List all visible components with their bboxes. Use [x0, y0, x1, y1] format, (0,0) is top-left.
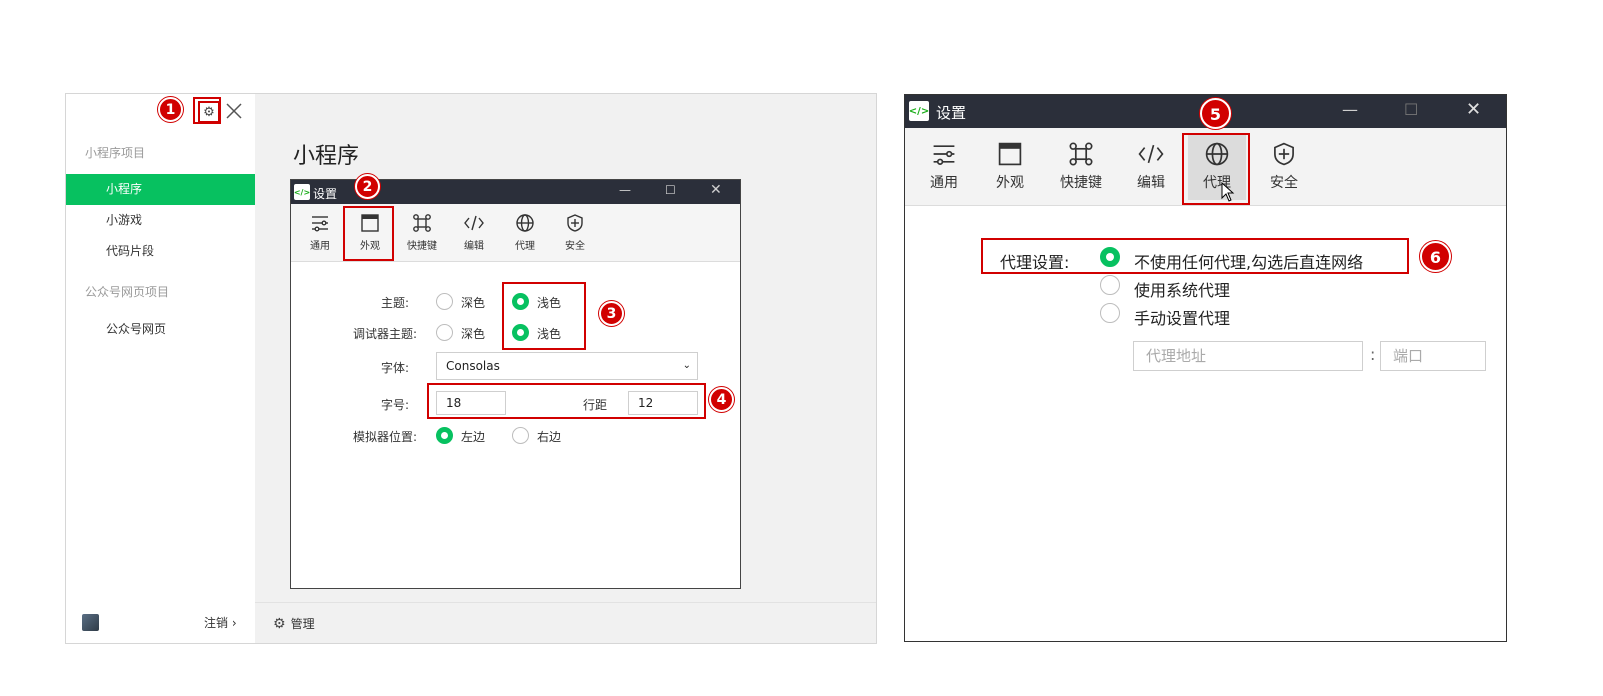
tab-shortcuts[interactable]: 快捷键: [1052, 137, 1110, 192]
tab-proxy[interactable]: 代理: [503, 210, 547, 252]
command-icon: [1069, 142, 1093, 166]
manage-label: 管理: [290, 617, 315, 631]
app-logo-icon: </>: [909, 101, 929, 121]
avatar[interactable]: [82, 614, 99, 631]
step-badge-2: 2: [355, 174, 380, 199]
simulator-left-radio[interactable]: [436, 427, 453, 444]
window-icon: [998, 142, 1022, 166]
tab-shortcuts[interactable]: 快捷键: [400, 210, 444, 252]
chevron-down-icon: ⌄: [682, 360, 691, 371]
step-badge-1: 1: [158, 97, 183, 122]
sidebar-item-minigame[interactable]: 小游戏: [66, 205, 255, 236]
simulator-position-label: 模拟器位置:: [352, 430, 417, 444]
sidebar-section-official-account: 公众号网页项目: [85, 285, 170, 299]
proxy-address-input[interactable]: 代理地址: [1133, 341, 1363, 371]
sidebar-item-code-snippet[interactable]: 代码片段: [66, 236, 255, 267]
tab-label: 快捷键: [1060, 175, 1102, 191]
theme-label: 主题:: [380, 296, 409, 310]
sidebar-item-miniprogram[interactable]: 小程序: [66, 174, 255, 205]
sidebar-section-miniprogram: 小程序项目: [85, 146, 146, 160]
footer-bar: ⚙ 管理: [255, 602, 876, 643]
tab-editor[interactable]: 编辑: [452, 210, 496, 252]
command-icon: [413, 214, 431, 232]
gear-icon: ⚙: [273, 615, 286, 632]
tab-general[interactable]: 通用: [915, 137, 973, 192]
tab-label: 通用: [930, 175, 958, 191]
app-logo-icon: </>: [294, 184, 310, 200]
theme-dark-label: 深色: [461, 296, 486, 310]
sliders-icon: [933, 145, 955, 165]
highlight-box-5: [1182, 133, 1250, 205]
minimize-icon[interactable]: —: [1342, 100, 1358, 119]
highlight-box-3: [502, 282, 586, 350]
tab-label: 快捷键: [407, 241, 437, 252]
theme-dark-radio[interactable]: [436, 293, 453, 310]
font-select[interactable]: Consolas ⌄: [436, 352, 698, 380]
page-title: 小程序: [293, 144, 360, 169]
maximize-icon[interactable]: ☐: [665, 183, 676, 197]
tab-label: 编辑: [1137, 175, 1165, 191]
step-badge-3: 3: [599, 301, 624, 326]
tab-label: 编辑: [464, 241, 484, 252]
address-port-separator: :: [1370, 345, 1376, 364]
simulator-left-label: 左边: [461, 430, 486, 444]
step-badge-6: 6: [1420, 241, 1451, 272]
highlight-box-2: [343, 206, 394, 261]
shield-icon: [567, 214, 583, 232]
tab-security[interactable]: 安全: [1255, 137, 1313, 192]
tab-security[interactable]: 安全: [553, 210, 597, 252]
dialog-title: 设置: [313, 187, 338, 201]
tab-appearance[interactable]: 外观: [981, 137, 1039, 192]
step-badge-5: 5: [1200, 98, 1231, 129]
step-badge-4: 4: [709, 387, 734, 412]
debugger-dark-label: 深色: [461, 327, 486, 341]
close-icon[interactable]: ✕: [1466, 99, 1481, 120]
tab-label: 代理: [515, 241, 535, 252]
developer-tool-main-window: ⚙ 小程序项目 小程序 小游戏 代码片段 公众号网页项目 公众号网页 注销 › …: [65, 93, 877, 644]
sliders-icon: [312, 216, 328, 232]
manual-proxy-radio[interactable]: [1100, 303, 1120, 323]
system-proxy-radio[interactable]: [1100, 275, 1120, 295]
tab-label: 安全: [565, 241, 585, 252]
simulator-right-radio[interactable]: [512, 427, 529, 444]
tab-label: 通用: [310, 241, 330, 252]
shield-icon: [1274, 142, 1294, 166]
close-icon[interactable]: [223, 100, 245, 122]
highlight-box-1: [193, 97, 221, 124]
maximize-icon[interactable]: ☐: [1404, 100, 1418, 119]
debugger-theme-label: 调试器主题:: [352, 327, 417, 341]
highlight-box-4: [427, 383, 706, 419]
manual-proxy-label: 手动设置代理: [1134, 309, 1231, 328]
highlight-box-6: [981, 238, 1409, 274]
tab-editor[interactable]: 编辑: [1122, 137, 1180, 192]
logout-link[interactable]: 注销 ›: [204, 614, 237, 631]
code-icon: [1138, 144, 1164, 164]
close-icon[interactable]: ✕: [710, 182, 722, 198]
minimize-icon[interactable]: —: [619, 183, 631, 197]
tab-label: 安全: [1270, 175, 1298, 191]
sidebar-item-official-webpage[interactable]: 公众号网页: [66, 314, 255, 345]
globe-icon: [516, 214, 534, 232]
proxy-port-input[interactable]: 端口: [1380, 341, 1486, 371]
tab-label: 外观: [996, 175, 1024, 191]
system-proxy-label: 使用系统代理: [1134, 281, 1231, 300]
font-select-value: Consolas: [446, 359, 500, 373]
tab-general[interactable]: 通用: [298, 210, 342, 252]
font-label: 字体:: [380, 361, 409, 375]
simulator-right-label: 右边: [537, 430, 562, 444]
dialog-title: 设置: [936, 104, 967, 122]
manage-button[interactable]: ⚙ 管理: [273, 615, 315, 632]
debugger-dark-radio[interactable]: [436, 324, 453, 341]
font-size-label: 字号:: [380, 398, 409, 412]
code-icon: [464, 215, 484, 231]
sidebar: ⚙ 小程序项目 小程序 小游戏 代码片段 公众号网页项目 公众号网页 注销 ›: [66, 94, 255, 643]
